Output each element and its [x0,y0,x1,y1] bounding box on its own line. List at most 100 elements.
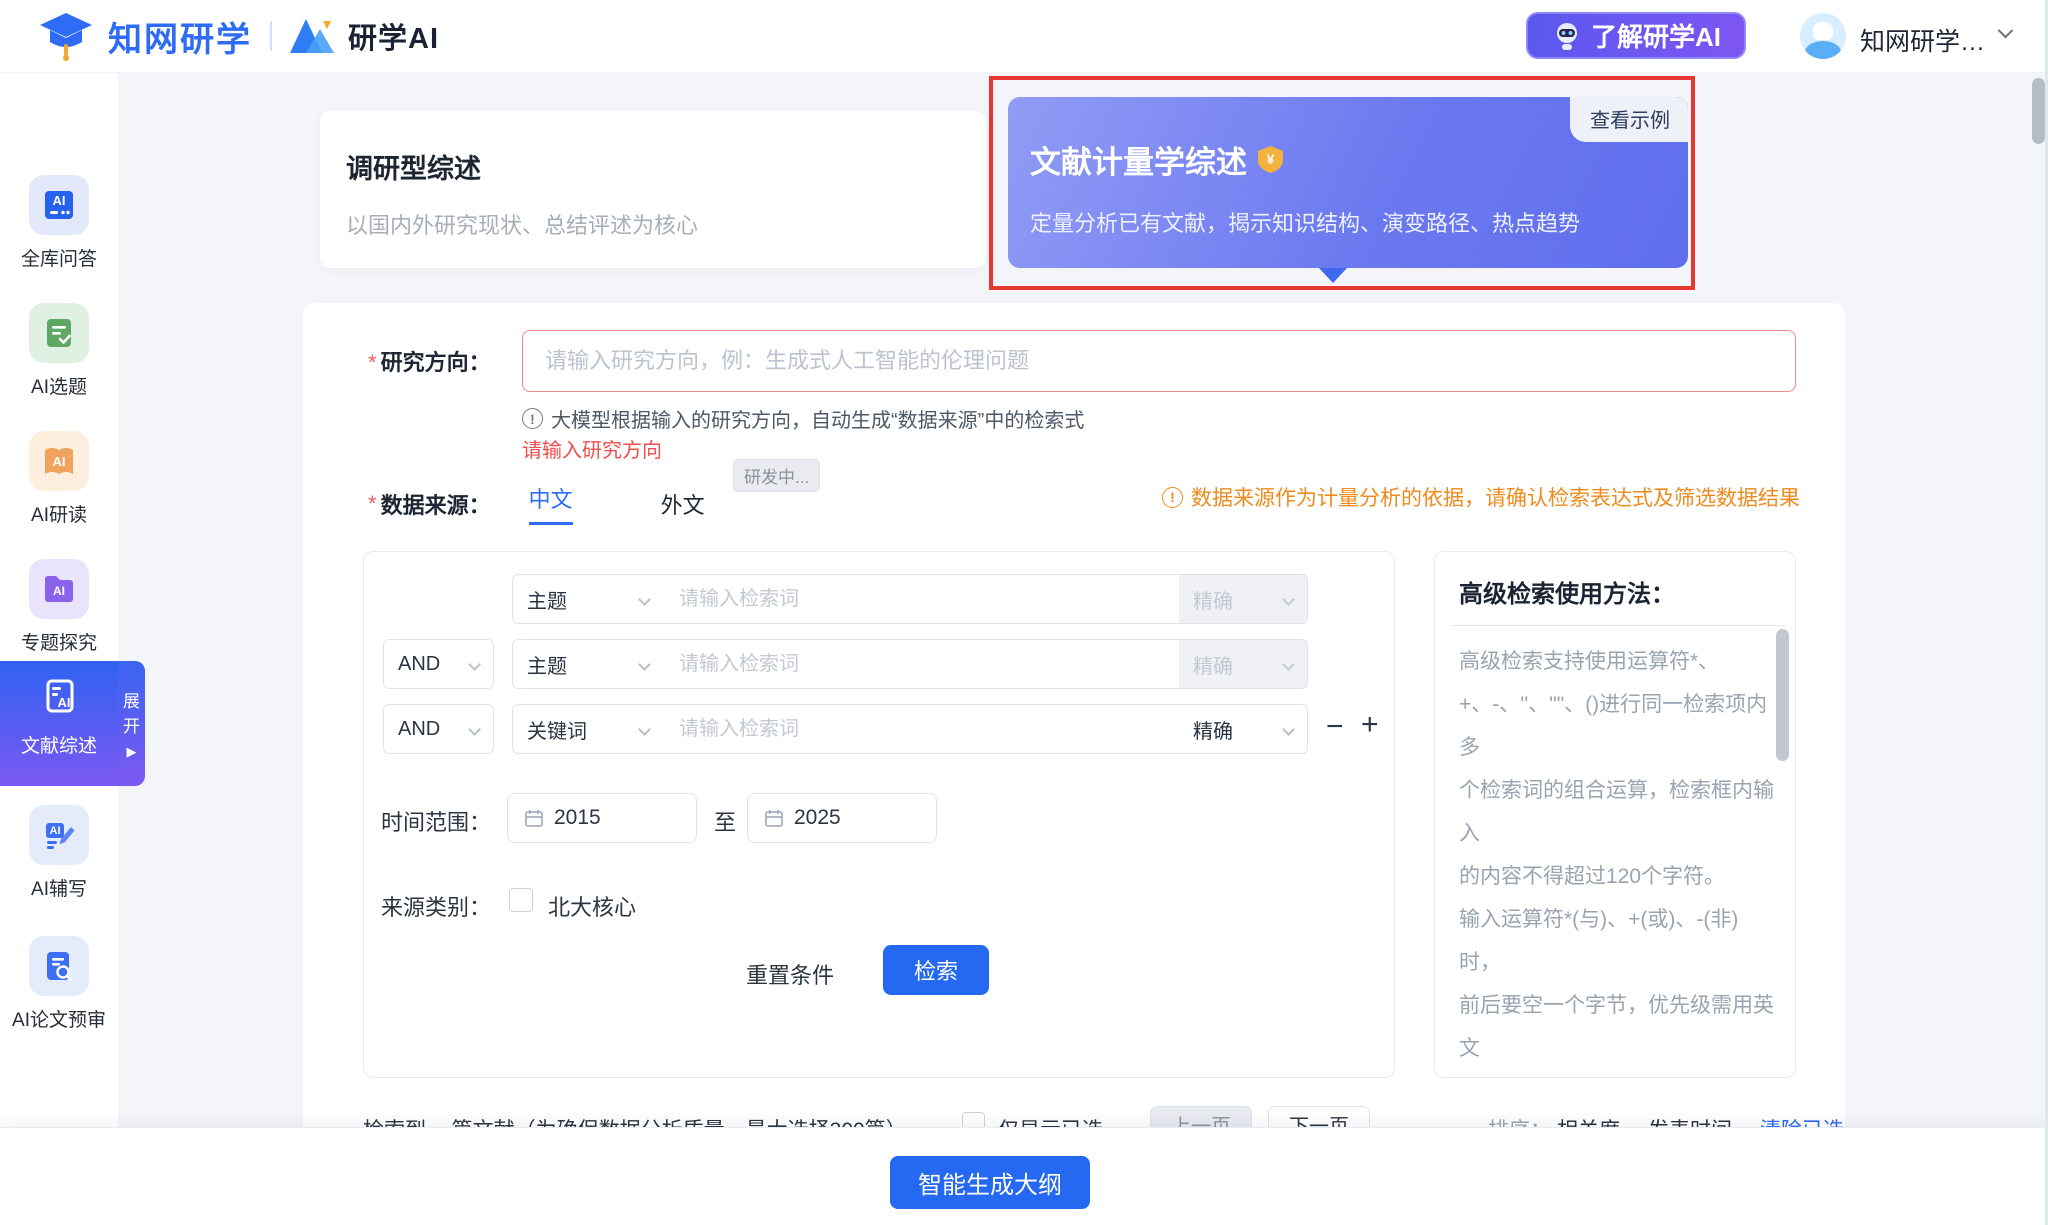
sidebar-item-label: AI辅写 [0,874,118,901]
data-source-warning-text: 数据来源作为计量分析的依据，请确认检索表达式及筛选数据结果 [1191,482,1800,512]
card-bibliometric-review[interactable]: 文献计量学综述 ¥ 定量分析已有文献，揭示知识结构、演变路径、热点趋势 查看示例 [1008,97,1688,268]
match-select-value: 精确 [1193,585,1233,614]
sidebar-item-topic-select[interactable]: AI选题 [0,303,118,399]
page-scrollbar-thumb[interactable] [2032,78,2045,144]
data-source-label: 数据来源： [381,488,491,520]
reset-conditions-button[interactable]: 重置条件 [746,958,834,990]
pku-core-label: 北大核心 [548,890,636,922]
brand-title: 知网研学 [108,12,252,61]
operator-select[interactable]: AND [383,639,494,689]
sidebar-item-label: AI选题 [0,372,118,399]
avatar[interactable] [1800,13,1846,59]
learn-ai-button[interactable]: 了解研学AI [1526,12,1746,59]
svg-text:AI: AI [53,193,66,208]
advanced-search-help-panel: 高级检索使用方法： 高级检索支持使用运算符*、 +、-、''、""、()进行同一… [1434,551,1796,1078]
svg-text:AI: AI [53,584,65,598]
generate-outline-button[interactable]: 智能生成大纲 [890,1156,1090,1209]
chevron-down-icon[interactable] [1998,23,2014,39]
divider [1451,625,1787,626]
sidebar-item-label: AI研读 [0,500,118,527]
operator-value: AND [398,653,440,676]
chevron-down-icon [638,658,651,671]
book-ai-icon: AI [29,431,89,491]
view-example-link[interactable]: 查看示例 [1570,97,1688,142]
help-title: 高级检索使用方法： [1459,574,1795,609]
sidebar-item-label: 全库问答 [0,244,118,271]
card-survey-review[interactable]: 调研型综述 以国内外研究现状、总结评述为核心 [320,111,986,268]
product-logo-icon [290,15,336,57]
search-term-input[interactable] [663,574,1180,624]
data-source-row: *数据来源： 中文 外文 [368,482,705,525]
svg-text:AI: AI [50,825,61,837]
document-check-icon [29,303,89,363]
sidebar-item-label: 专题探究 [0,628,118,655]
help-scrollbar-thumb[interactable] [1776,629,1789,761]
sidebar-item-precheck[interactable]: AI论文预审 [0,936,118,1032]
calendar-icon [764,808,784,828]
sidebar-item-label: AI论文预审 [0,1005,118,1032]
brand[interactable]: 知网研学 [38,10,252,62]
chevron-down-icon [468,723,481,736]
research-direction-row: *研究方向： [368,345,491,377]
field-select[interactable]: 主题 [512,639,664,689]
field-select[interactable]: 关键词 [512,704,664,754]
card-desc: 以国内外研究现状、总结评述为核心 [346,208,986,240]
robot-icon [1551,20,1583,52]
year-from-picker[interactable]: 2015 [507,793,697,843]
sidebar-item-literature-review[interactable]: AI 文献综述 展开 ▶ [0,661,118,786]
search-button[interactable]: 检索 [883,945,989,995]
year-to-value: 2025 [794,806,841,830]
document-ai-icon: AI [0,661,118,722]
chevron-down-icon [468,658,481,671]
account-name[interactable]: 知网研学… [1860,22,1985,58]
chevron-down-icon [638,593,651,606]
sidebar-item-explore[interactable]: AI 专题探究 [0,559,118,655]
research-direction-label: 研究方向： [381,350,491,375]
card-title: 文献计量学综述 [1030,137,1247,182]
direction-hint: ! 大模型根据输入的研究方向，自动生成“数据来源”中的检索式 [522,404,1084,433]
sidebar-item-qa[interactable]: AI 全库问答 [0,175,118,271]
sidebar-item-reading[interactable]: AI AI研读 [0,431,118,527]
sidebar-item-label: 文献综述 [0,731,118,758]
field-select-value: 主题 [527,585,567,614]
graduation-cap-logo-icon [38,10,94,62]
search-term-input[interactable] [663,704,1180,754]
match-select-disabled: 精确 [1179,574,1308,624]
sidebar-item-writing[interactable]: AI AI辅写 [0,805,118,901]
header: 知网研学 研学AI 了解研学AI 知网研学… [0,0,2048,73]
year-to-picker[interactable]: 2025 [747,793,937,843]
field-select-value: 关键词 [527,715,587,744]
operator-value: AND [398,718,440,741]
add-row-button[interactable]: + [1361,710,1379,740]
to-label: 至 [714,805,736,837]
pencil-ai-icon: AI [29,805,89,865]
tab-chinese[interactable]: 中文 [529,482,573,525]
avatar-head [1813,22,1833,40]
match-select-value: 精确 [1193,650,1233,679]
product-title: 研学AI [348,15,439,57]
source-category-label: 来源类别： [381,890,491,922]
expand-handle[interactable]: 展开 ▶ [118,661,145,786]
expand-label: 展开 [118,687,145,737]
match-select[interactable]: 精确 [1179,704,1308,754]
pku-core-checkbox[interactable] [509,888,533,912]
database-ai-icon: AI [29,175,89,235]
required-asterisk: * [368,491,377,517]
arrow-right-icon: ▶ [127,744,137,760]
field-select[interactable]: 主题 [512,574,664,624]
operator-select[interactable]: AND [383,704,494,754]
match-select-disabled: 精确 [1179,639,1308,689]
time-range-label: 时间范围： [381,805,491,837]
chevron-down-icon [1282,593,1295,606]
field-select-value: 主题 [527,650,567,679]
direction-hint-text: 大模型根据输入的研究方向，自动生成“数据来源”中的检索式 [551,404,1084,433]
in-development-badge: 研发中... [733,459,820,492]
tab-foreign[interactable]: 外文 [661,488,705,520]
search-term-input[interactable] [663,639,1180,689]
remove-row-button[interactable]: − [1326,712,1344,742]
card-desc: 定量分析已有文献，揭示知识结构、演变路径、热点趋势 [1030,206,1688,238]
direction-error: 请输入研究方向 [522,434,662,463]
selected-card-arrow [1319,268,1347,283]
svg-text:¥: ¥ [1267,151,1275,167]
research-direction-input[interactable] [522,330,1796,392]
